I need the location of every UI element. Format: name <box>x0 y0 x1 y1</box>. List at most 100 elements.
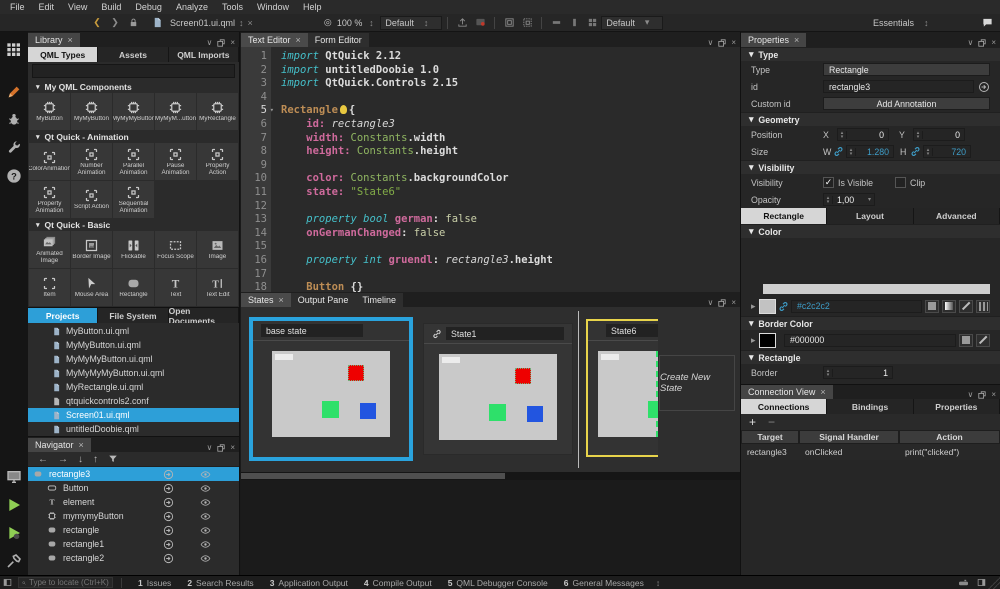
library-item-property-animation[interactable]: Property Animation <box>29 181 70 218</box>
file-item[interactable]: MyMyButton.ui.qml <box>28 338 239 352</box>
add-annotation-button[interactable]: Add Annotation <box>823 97 990 110</box>
close-icon[interactable]: × <box>991 390 996 399</box>
visibility-eye-icon[interactable] <box>200 539 211 550</box>
file-item[interactable]: qtquickcontrols2.conf <box>28 394 239 408</box>
library-filter-input[interactable] <box>32 64 235 78</box>
library-item-script-action[interactable]: Script Action <box>71 181 112 218</box>
float-panel-icon[interactable] <box>718 299 726 307</box>
debug-run-button[interactable] <box>3 522 25 544</box>
tab-connections[interactable]: Connections <box>741 399 827 414</box>
navigator-item-Button[interactable]: Button <box>28 481 239 495</box>
section-visibility[interactable]: ▾Visibility <box>741 160 1000 174</box>
close-icon[interactable]: × <box>991 38 996 47</box>
library-item-mymymybutton[interactable]: MyMyMyButton <box>113 93 154 130</box>
output-pane-button-qml-debugger-console[interactable]: 5QML Debugger Console <box>440 576 556 589</box>
tab-library[interactable]: Library× <box>28 33 80 47</box>
library-section-header[interactable]: ▾Qt Quick - Basic <box>28 218 239 231</box>
grid-view-icon[interactable] <box>585 16 599 30</box>
close-icon[interactable]: × <box>794 35 799 45</box>
opacity-spinbox[interactable]: ▴▾1,00▾ <box>823 193 875 206</box>
menu-item-build[interactable]: Build <box>94 0 128 14</box>
column-header-signal-handler[interactable]: Signal Handler <box>799 430 899 444</box>
close-icon[interactable]: × <box>230 443 235 452</box>
column-header-target[interactable]: Target <box>741 430 799 444</box>
library-item-focus-scope[interactable]: Focus Scope <box>155 231 196 268</box>
float-panel-icon[interactable] <box>217 444 225 452</box>
connection-row[interactable]: rectangle3onClickedprint("clicked") <box>741 444 1000 460</box>
tab-properties[interactable]: Properties× <box>741 33 806 47</box>
navigator-item-rectangle2[interactable]: rectangle2 <box>28 551 239 565</box>
navigator-item-mymymyButton[interactable]: mymymyButton <box>28 509 239 523</box>
fill-color-hex-field[interactable]: #c2c2c2 <box>791 300 922 313</box>
output-pane-button-search-results[interactable]: 2Search Results <box>179 576 261 589</box>
export-icon[interactable] <box>163 511 174 522</box>
close-icon[interactable]: × <box>731 38 736 47</box>
visibility-eye-icon[interactable] <box>200 497 211 508</box>
file-item[interactable]: MyMyMyMyButton.ui.qml <box>28 366 239 380</box>
locator[interactable] <box>18 577 113 588</box>
visibility-eye-icon[interactable] <box>200 483 211 494</box>
menu-item-window[interactable]: Window <box>250 0 296 14</box>
section-geometry[interactable]: ▾Geometry <box>741 112 1000 126</box>
expand-arrow-icon[interactable]: ▸ <box>751 301 759 312</box>
export-icon[interactable] <box>163 497 174 508</box>
export-icon[interactable] <box>163 539 174 550</box>
move-down-icon[interactable]: ↓ <box>78 454 83 465</box>
close-icon[interactable]: × <box>296 35 301 45</box>
close-icon[interactable]: × <box>68 35 73 45</box>
file-item[interactable]: MyMyMyButton.ui.qml <box>28 352 239 366</box>
library-item-coloranimation[interactable]: ColorAnimation <box>29 143 70 180</box>
color-binding-link-icon[interactable] <box>778 301 789 312</box>
library-item-text-edit[interactable]: TText Edit <box>197 269 238 306</box>
debug-mode-bug-icon[interactable] <box>3 109 25 131</box>
menu-item-file[interactable]: File <box>3 0 32 14</box>
state-card-state6[interactable]: State6 <box>586 319 658 457</box>
annotations-icon[interactable] <box>473 16 487 30</box>
tab-advanced[interactable]: Advanced <box>914 208 1000 224</box>
tab-layout[interactable]: Layout <box>827 208 913 224</box>
export-assets-icon[interactable] <box>455 16 469 30</box>
border-color-swatch[interactable] <box>759 333 776 348</box>
float-panel-icon[interactable] <box>978 391 986 399</box>
x-spinbox[interactable]: ▴▾0 <box>837 128 889 141</box>
filter-icon[interactable] <box>108 454 118 464</box>
output-pane-button-general-messages[interactable]: 6General Messages <box>556 576 652 589</box>
code-editor[interactable]: 12345▾6789101112131415161718 import QtQu… <box>241 47 740 292</box>
file-item[interactable]: untitledDoobie.qml <box>28 422 239 436</box>
workspace-selector[interactable]: Essentials↕ <box>868 16 978 30</box>
section-border-color[interactable]: ▾Border Color <box>741 316 1000 330</box>
navigator-item-rectangle3[interactable]: rectangle3 <box>28 467 239 481</box>
chevron-down-icon[interactable]: ∨ <box>707 298 713 307</box>
locator-input[interactable] <box>29 578 109 587</box>
height-binding-link-icon[interactable] <box>910 146 921 157</box>
menu-item-tools[interactable]: Tools <box>215 0 250 14</box>
type-field[interactable]: Rectangle <box>823 63 990 76</box>
library-item-number-animation[interactable]: Number Animation <box>71 143 112 180</box>
remove-connection-button[interactable]: − <box>768 415 775 429</box>
tab-text-editor[interactable]: Text Editor× <box>241 33 308 47</box>
solid-border-button[interactable] <box>959 334 973 347</box>
library-item-pause-animation[interactable]: Pause Animation <box>155 143 196 180</box>
design-mode-pencil-icon[interactable] <box>3 81 25 103</box>
tab-connection-view[interactable]: Connection View× <box>741 385 833 399</box>
tab-projects[interactable]: Projects <box>28 308 98 323</box>
form-style-selector[interactable]: Default▾ <box>601 16 663 30</box>
views-grid-icon[interactable] <box>3 39 25 61</box>
library-item-property-action[interactable]: Property Action <box>197 143 238 180</box>
library-item-myrectangle[interactable]: MyRectangle <box>197 93 238 130</box>
clip-checkbox[interactable] <box>895 177 906 188</box>
chevron-down-icon[interactable]: ∨ <box>967 38 973 47</box>
code-text[interactable]: import QtQuick 2.12import untitledDoobie… <box>271 47 740 292</box>
library-item-mybutton[interactable]: MyButton <box>29 93 70 130</box>
close-icon[interactable]: × <box>79 440 84 450</box>
float-panel-icon[interactable] <box>718 39 726 47</box>
tab-file-system[interactable]: File System <box>98 308 168 323</box>
menu-item-help[interactable]: Help <box>296 0 329 14</box>
no-border-button[interactable] <box>976 334 990 347</box>
solid-fill-button[interactable] <box>925 300 939 313</box>
move-right-icon[interactable]: → <box>58 454 68 465</box>
chevron-down-icon[interactable]: ∨ <box>967 390 973 399</box>
library-item-rectangle[interactable]: Rectangle <box>113 269 154 306</box>
export-icon[interactable] <box>163 525 174 536</box>
create-new-state-button[interactable]: Create New State <box>659 355 735 411</box>
